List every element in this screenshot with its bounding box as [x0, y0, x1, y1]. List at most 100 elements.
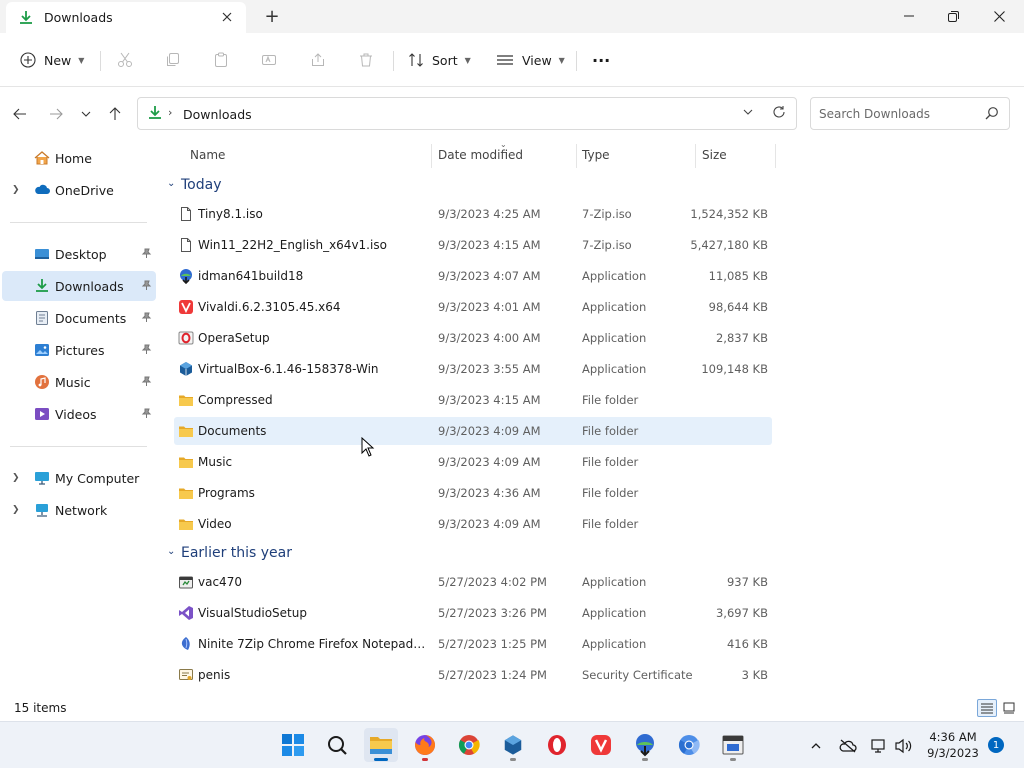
file-row[interactable]: idman641build18 9/3/2023 4:07 AM Applica… — [174, 262, 772, 290]
taskbar-chrome[interactable] — [452, 728, 486, 762]
sidebar-item-onedrive[interactable]: ❯ OneDrive — [2, 175, 156, 205]
search-taskbar-button[interactable] — [320, 728, 354, 762]
taskbar-virtualbox[interactable] — [496, 728, 530, 762]
taskbar-chromium[interactable] — [672, 728, 706, 762]
delete-button[interactable] — [358, 47, 374, 73]
network-tray-button[interactable] — [870, 736, 890, 756]
column-header-type[interactable]: Type — [582, 148, 610, 162]
sidebar-item-home[interactable]: Home — [2, 143, 156, 173]
sidebar-item-videos[interactable]: Videos — [2, 399, 156, 429]
taskbar-opera[interactable] — [540, 728, 574, 762]
up-button[interactable] — [105, 104, 125, 124]
pin-icon[interactable] — [141, 344, 152, 355]
sidebar-item-label: Network — [55, 503, 108, 518]
sidebar-item-desktop[interactable]: Desktop — [2, 239, 156, 269]
cut-button[interactable] — [117, 47, 133, 73]
refresh-button[interactable] — [772, 105, 786, 122]
file-row[interactable]: Compressed 9/3/2023 4:15 AM File folder — [174, 386, 772, 414]
forward-button[interactable] — [46, 104, 66, 124]
volume-tray-button[interactable] — [894, 736, 914, 756]
file-row[interactable]: OperaSetup 9/3/2023 4:00 AM Application … — [174, 324, 772, 352]
file-row[interactable]: Win11_22H2_English_x64v1.iso 9/3/2023 4:… — [174, 231, 772, 259]
notification-badge[interactable]: 1 — [988, 737, 1004, 753]
speaker-icon — [895, 738, 912, 754]
file-name: Win11_22H2_English_x64v1.iso — [198, 238, 387, 252]
show-hidden-icons-button[interactable] — [806, 736, 826, 756]
chevron-right-icon[interactable]: ❯ — [12, 185, 20, 195]
file-type: Application — [582, 269, 647, 283]
search-box[interactable] — [810, 97, 1010, 130]
file-row[interactable]: Tiny8.1.iso 9/3/2023 4:25 AM 7-Zip.iso 1… — [174, 200, 772, 228]
more-options-button[interactable]: ··· — [592, 47, 610, 73]
onedrive-tray-button[interactable] — [838, 736, 858, 756]
file-date: 9/3/2023 3:55 AM — [438, 362, 541, 376]
chevron-right-icon[interactable]: ❯ — [12, 473, 20, 483]
close-tab-button[interactable] — [218, 8, 236, 26]
column-header-date[interactable]: Date modified — [438, 148, 523, 162]
new-tab-button[interactable]: + — [262, 6, 282, 27]
tiles-view-button[interactable] — [999, 699, 1019, 717]
sort-button[interactable]: Sort ▼ — [408, 47, 471, 73]
column-divider[interactable] — [431, 144, 432, 168]
address-bar[interactable]: › Downloads — [137, 97, 797, 130]
column-divider[interactable] — [775, 144, 776, 168]
taskbar-firefox[interactable] — [408, 728, 442, 762]
column-divider[interactable] — [695, 144, 696, 168]
clock[interactable]: 4:36 AM 9/3/2023 — [920, 729, 986, 761]
file-row[interactable]: vac470 5/27/2023 4:02 PM Application 937… — [174, 568, 772, 596]
file-row[interactable]: Documents 9/3/2023 4:09 AM File folder — [174, 417, 772, 445]
file-date: 9/3/2023 4:09 AM — [438, 455, 541, 469]
file-row[interactable]: Programs 9/3/2023 4:36 AM File folder — [174, 479, 772, 507]
file-type: File folder — [582, 393, 639, 407]
file-list: ⌄ Name Date modified Type Size ⌄ Today T… — [160, 140, 1024, 695]
pin-icon[interactable] — [141, 376, 152, 387]
file-date: 5/27/2023 3:26 PM — [438, 606, 547, 620]
paste-button[interactable] — [213, 47, 229, 73]
sidebar-item-pictures[interactable]: Pictures — [2, 335, 156, 365]
pin-icon[interactable] — [141, 280, 152, 291]
sidebar-item-music[interactable]: Music — [2, 367, 156, 397]
file-icon — [181, 238, 191, 252]
pictures-icon — [35, 344, 49, 356]
minimize-button[interactable] — [886, 0, 932, 32]
file-row[interactable]: Music 9/3/2023 4:09 AM File folder — [174, 448, 772, 476]
taskbar-idm[interactable] — [628, 728, 662, 762]
file-row[interactable]: Ninite 7Zip Chrome Firefox Notepad Insta… — [174, 630, 772, 658]
file-row[interactable]: Video 9/3/2023 4:09 AM File folder — [174, 510, 772, 538]
maximize-button[interactable] — [930, 0, 976, 32]
sidebar-item-documents[interactable]: Documents — [2, 303, 156, 333]
taskbar-file-explorer[interactable] — [364, 728, 398, 762]
tab-downloads[interactable]: Downloads — [6, 2, 246, 33]
taskbar-vivaldi[interactable] — [584, 728, 618, 762]
back-button[interactable] — [10, 104, 30, 124]
share-button[interactable] — [310, 47, 326, 73]
sidebar-item-downloads[interactable]: Downloads — [2, 271, 156, 301]
file-row[interactable]: VirtualBox-6.1.46-158378-Win 9/3/2023 3:… — [174, 355, 772, 383]
taskbar-installer[interactable] — [716, 728, 750, 762]
view-button[interactable]: View ▼ — [496, 47, 565, 73]
new-button[interactable]: New ▼ — [20, 47, 84, 73]
sidebar-item-network[interactable]: ❯ Network — [2, 495, 156, 525]
close-window-button[interactable] — [976, 0, 1022, 32]
pin-icon[interactable] — [141, 312, 152, 323]
breadcrumb-downloads[interactable]: Downloads — [183, 107, 252, 122]
column-divider[interactable] — [576, 144, 577, 168]
address-history-button[interactable] — [742, 106, 754, 121]
arrow-up-icon — [109, 107, 121, 120]
search-input[interactable] — [819, 105, 979, 123]
rename-button[interactable] — [261, 47, 277, 73]
chevron-right-icon[interactable]: ❯ — [12, 505, 20, 515]
sidebar-item-my-computer[interactable]: ❯ My Computer — [2, 463, 156, 493]
file-row[interactable]: penis 5/27/2023 1:24 PM Security Certifi… — [174, 661, 772, 689]
details-view-button[interactable] — [977, 699, 997, 717]
pin-icon[interactable] — [141, 248, 152, 259]
column-header-name[interactable]: Name — [190, 148, 225, 162]
file-row[interactable]: VisualStudioSetup 5/27/2023 3:26 PM Appl… — [174, 599, 772, 627]
recent-locations-button[interactable] — [76, 104, 96, 124]
column-header-size[interactable]: Size — [702, 148, 727, 162]
start-button[interactable] — [276, 728, 310, 762]
file-row[interactable]: Vivaldi.6.2.3105.45.x64 9/3/2023 4:01 AM… — [174, 293, 772, 321]
copy-button[interactable] — [165, 47, 181, 73]
file-size: 937 KB — [726, 575, 768, 589]
pin-icon[interactable] — [141, 408, 152, 419]
